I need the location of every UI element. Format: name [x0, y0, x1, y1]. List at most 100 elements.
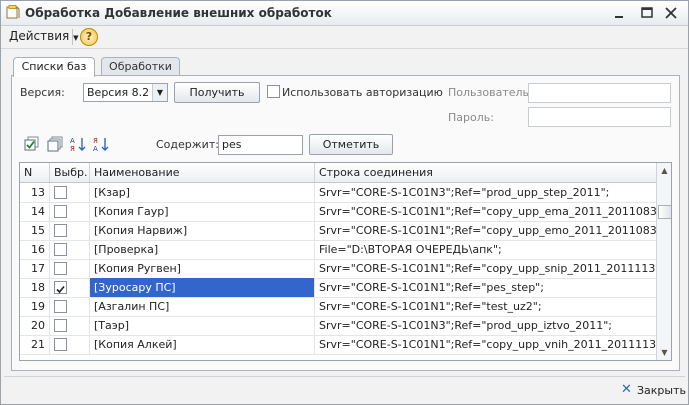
minimize-button[interactable]	[610, 4, 628, 22]
row-number: 18	[20, 278, 50, 297]
version-label: Версия:	[20, 86, 65, 99]
row-checkbox[interactable]	[54, 243, 67, 256]
tab-label: Списки баз	[21, 60, 87, 73]
get-button[interactable]: Получить	[174, 82, 260, 103]
row-checkbox[interactable]	[54, 300, 67, 313]
table-row[interactable]: 14 [Копия Гаур] Srvr="CORE-S-1C01N1";Ref…	[20, 202, 656, 222]
table-row[interactable]: 20 [Таэр] Srvr="CORE-S-1C01N3";Ref="prod…	[20, 316, 656, 336]
close-button[interactable]: ✕ Закрыть	[613, 381, 686, 399]
version-select[interactable]: Версия 8.2 ▼	[83, 83, 168, 102]
vertical-scrollbar[interactable]: ▲ ▼	[656, 163, 671, 360]
scroll-up-icon[interactable]: ▲	[657, 163, 671, 178]
use-auth-checkbox[interactable]	[267, 85, 280, 98]
toolbar-divider	[72, 29, 73, 45]
table-header: N Выбр. Наименование Строка соединения	[20, 163, 656, 183]
help-button[interactable]: ?	[80, 28, 98, 46]
row-name: [Зуросару ПС]	[90, 278, 315, 297]
row-checkbox[interactable]	[54, 319, 67, 332]
close-x-icon: ✕	[621, 382, 632, 397]
svg-text:Я: Я	[93, 137, 98, 145]
table-row[interactable]: 19 [Азгалин ПС] Srvr="CORE-S-1C01N1";Ref…	[20, 297, 656, 317]
row-name: [Таэр]	[90, 316, 315, 335]
chevron-down-icon[interactable]: ▼	[152, 84, 167, 101]
table-row[interactable]: 16 [Проверка] File="D:\ВТОРАЯ ОЧЕРЕДЬ\ап…	[20, 240, 656, 260]
mark-button[interactable]: Отметить	[309, 134, 393, 155]
row-name: [Копия Гаур]	[90, 202, 315, 221]
row-select-cell	[50, 221, 90, 240]
table-row-selected[interactable]: 18 [Зуросару ПС] Srvr="CORE-S-1C01N1";Re…	[20, 278, 656, 298]
row-checkbox[interactable]	[54, 224, 67, 237]
row-name: [Проверка]	[90, 240, 315, 259]
row-connection: File="D:\ВТОРАЯ ОЧЕРЕДЬ\апк";	[319, 243, 502, 256]
help-icon: ?	[85, 30, 93, 43]
row-number: 15	[20, 221, 50, 240]
row-connection: Srvr="CORE-S-1C01N1";Ref="pes_step";	[319, 281, 544, 294]
password-label: Пароль:	[448, 111, 494, 124]
row-checkbox[interactable]	[54, 338, 67, 351]
row-checkbox[interactable]	[54, 205, 67, 218]
checkmark-icon	[56, 285, 65, 294]
contains-label: Содержит:	[156, 138, 219, 151]
row-number: 16	[20, 240, 50, 259]
title-bar: Обработка Добавление внешних обработок	[1, 1, 688, 26]
column-header-selected[interactable]: Выбр.	[50, 163, 90, 182]
check-all-icon[interactable]	[24, 136, 40, 152]
row-checkbox-checked[interactable]	[54, 281, 67, 294]
scroll-down-icon[interactable]: ▼	[657, 345, 671, 360]
close-window-button[interactable]	[662, 4, 680, 22]
row-name: [Копия Нарвиж]	[90, 221, 315, 240]
row-checkbox[interactable]	[54, 186, 67, 199]
contains-field[interactable]: pes	[218, 135, 303, 155]
mark-button-label: Отметить	[322, 138, 380, 151]
row-select-cell	[50, 240, 90, 259]
row-number: 17	[20, 259, 50, 278]
sort-descending-icon[interactable]: Я А	[93, 136, 109, 152]
tab-processings[interactable]: Обработки	[101, 57, 180, 76]
scroll-thumb[interactable]	[658, 205, 671, 219]
row-name: [Копия Алкей]	[90, 335, 315, 354]
use-auth-label: Использовать авторизацию	[282, 86, 443, 99]
row-select-cell	[50, 335, 90, 354]
column-header-name[interactable]: Наименование	[90, 163, 315, 182]
row-number: 14	[20, 202, 50, 221]
tab-databases[interactable]: Списки баз	[13, 57, 95, 77]
user-label: Пользователь:	[448, 86, 533, 99]
table-row[interactable]: 21 [Копия Алкей] Srvr="CORE-S-1C01N1";Re…	[20, 335, 656, 355]
sort-ascending-icon[interactable]: А Я	[70, 136, 86, 152]
uncheck-all-icon[interactable]	[47, 136, 63, 152]
row-select-cell	[50, 278, 90, 297]
user-field[interactable]	[528, 83, 671, 103]
row-select-cell	[50, 259, 90, 278]
actions-menu[interactable]: Действия ▼	[9, 29, 78, 43]
row-connection: Srvr="CORE-S-1C01N3";Ref="prod_upp_step_…	[319, 186, 610, 199]
row-select-cell	[50, 316, 90, 335]
dialog-window: Обработка Добавление внешних обработок Д…	[0, 0, 689, 405]
password-field[interactable]	[528, 107, 671, 127]
column-header-connection[interactable]: Строка соединения	[315, 163, 656, 182]
row-number: 19	[20, 297, 50, 316]
table-row[interactable]: 17 [Копия Ругвен] Srvr="CORE-S-1C01N1";R…	[20, 259, 656, 279]
maximize-icon	[641, 7, 653, 18]
table-row[interactable]: 13 [Кзар] Srvr="CORE-S-1C01N3";Ref="prod…	[20, 183, 656, 203]
row-connection: Srvr="CORE-S-1C01N1";Ref="copy_upp_ema_2…	[319, 205, 656, 218]
row-connection: Srvr="CORE-S-1C01N1";Ref="copy_upp_vnih_…	[319, 338, 656, 351]
actions-menu-label: Действия	[9, 29, 70, 43]
maximize-button[interactable]	[638, 4, 656, 22]
tab-label: Обработки	[109, 60, 172, 73]
row-connection: Srvr="CORE-S-1C01N3";Ref="prod_upp_iztvo…	[319, 319, 612, 332]
column-header-n[interactable]: N	[20, 163, 50, 182]
svg-text:А: А	[93, 145, 98, 152]
row-name: [Копия Ругвен]	[90, 259, 315, 278]
databases-table: N Выбр. Наименование Строка соединения 1…	[19, 162, 672, 361]
svg-text:А: А	[70, 137, 75, 145]
close-button-label: Закрыть	[637, 384, 686, 397]
row-connection: Srvr="CORE-S-1C01N1";Ref="copy_upp_emo_2…	[319, 224, 656, 237]
app-icon	[6, 5, 20, 19]
table-row[interactable]: 15 [Копия Нарвиж] Srvr="CORE-S-1C01N1";R…	[20, 221, 656, 241]
toolbar: Действия ▼ ?	[1, 26, 688, 49]
dropdown-arrow-icon: ▼	[73, 34, 79, 42]
row-checkbox[interactable]	[54, 262, 67, 275]
row-select-cell	[50, 297, 90, 316]
contains-value: pes	[222, 138, 242, 151]
footer-divider	[4, 376, 685, 377]
